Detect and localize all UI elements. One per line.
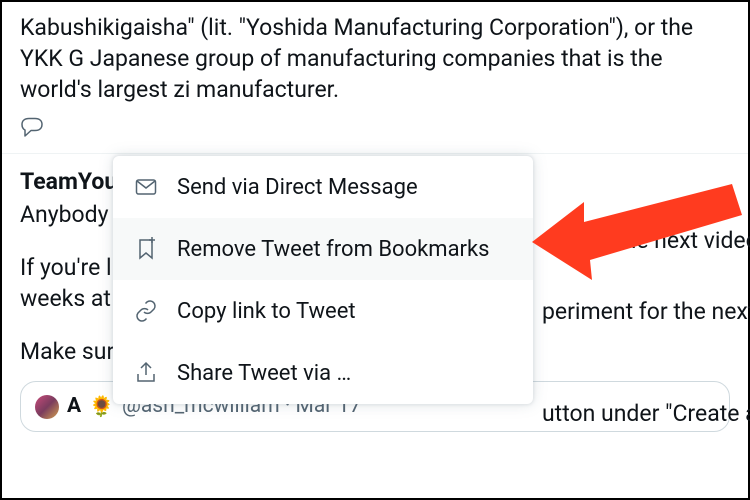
menu-item-label: Share Tweet via … (177, 361, 351, 386)
menu-item-label: Remove Tweet from Bookmarks (177, 237, 490, 262)
menu-item-label: Send via Direct Message (177, 175, 418, 200)
sunflower-emoji: 🌻 (89, 393, 114, 420)
menu-item-label: Copy link to Tweet (177, 299, 356, 324)
quote-author-name: A (67, 392, 81, 420)
menu-item-share-via[interactable]: Share Tweet via … (113, 342, 533, 404)
share-menu: Send via Direct Message Remove Tweet fro… (113, 156, 533, 404)
text-fragment: periment for the next tw (542, 298, 750, 325)
bookmark-remove-icon (133, 236, 159, 262)
divider (2, 153, 748, 154)
menu-item-remove-bookmark[interactable]: Remove Tweet from Bookmarks (113, 218, 533, 280)
text-fragment: utton under "Create a Q (542, 400, 750, 427)
tweet-text: Kabushikigaisha" (lit. "Yoshida Manufact… (20, 12, 730, 105)
envelope-icon (133, 174, 159, 200)
share-icon (133, 360, 159, 386)
menu-item-copy-link[interactable]: Copy link to Tweet (113, 280, 533, 342)
link-icon (133, 298, 159, 324)
avatar (35, 395, 59, 419)
text-fragment: eue up the next video? (542, 227, 750, 254)
reply-icon[interactable] (20, 115, 730, 147)
menu-item-dm[interactable]: Send via Direct Message (113, 156, 533, 218)
